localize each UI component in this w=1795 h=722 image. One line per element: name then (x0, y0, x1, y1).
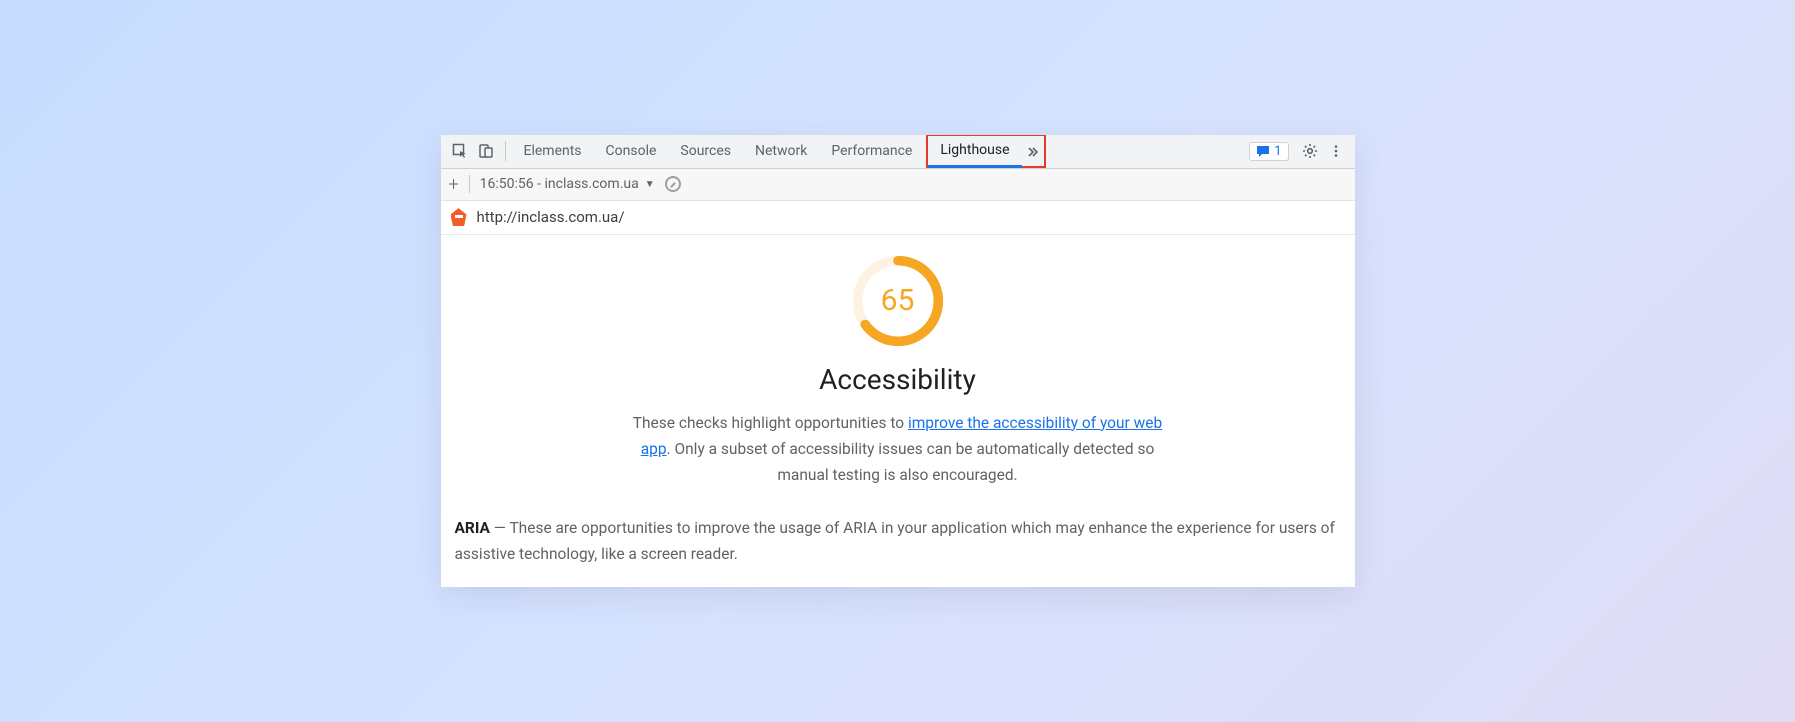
tab-performance[interactable]: Performance (819, 135, 924, 169)
kebab-menu-icon[interactable] (1323, 138, 1349, 164)
tab-lighthouse-highlight: Lighthouse (926, 135, 1045, 169)
report-selector[interactable]: 16:50:56 - inclass.com.ua ▼ (480, 176, 655, 192)
aria-label: ARIA (455, 519, 490, 537)
tab-sources[interactable]: Sources (668, 135, 743, 169)
tab-console[interactable]: Console (594, 135, 669, 169)
report-url-bar: http://inclass.com.ua/ (441, 201, 1355, 235)
aria-sep: — (490, 519, 510, 537)
devtools-window: Elements Console Sources Network Perform… (441, 135, 1355, 588)
settings-gear-icon[interactable] (1297, 138, 1323, 164)
tab-elements[interactable]: Elements (512, 135, 594, 169)
accessibility-gauge: 65 Accessibility These checks highlight … (455, 253, 1341, 489)
category-title: Accessibility (819, 363, 976, 396)
aria-group: ARIA — These are opportunities to improv… (455, 515, 1341, 568)
aria-text: These are opportunities to improve the u… (455, 519, 1335, 563)
tab-lighthouse[interactable]: Lighthouse (928, 135, 1021, 169)
chevron-down-icon: ▼ (645, 179, 655, 190)
issues-badge[interactable]: 1 (1249, 142, 1288, 161)
issues-count: 1 (1274, 144, 1281, 159)
devtools-tabbar: Elements Console Sources Network Perform… (441, 135, 1355, 169)
category-description: These checks highlight opportunities to … (628, 410, 1168, 489)
inspect-element-icon[interactable] (447, 138, 473, 164)
tab-network[interactable]: Network (743, 135, 819, 169)
desc-suffix: . Only a subset of accessibility issues … (667, 440, 1155, 484)
clear-report-icon[interactable] (665, 176, 681, 192)
lighthouse-report: 65 Accessibility These checks highlight … (441, 235, 1355, 588)
more-tabs-icon[interactable] (1022, 138, 1044, 164)
score-gauge: 65 (850, 253, 946, 349)
lighthouse-logo-icon (451, 208, 467, 226)
new-report-button[interactable]: + (449, 174, 459, 195)
report-selector-label: 16:50:56 - inclass.com.ua (480, 176, 639, 192)
message-icon (1256, 144, 1270, 158)
score-value: 65 (850, 253, 946, 349)
lighthouse-toolbar: + 16:50:56 - inclass.com.ua ▼ (441, 169, 1355, 201)
tabbar-divider (505, 141, 506, 161)
report-url: http://inclass.com.ua/ (477, 208, 625, 226)
toolbar-divider (469, 175, 470, 193)
device-toggle-icon[interactable] (473, 138, 499, 164)
desc-prefix: These checks highlight opportunities to (633, 414, 908, 432)
